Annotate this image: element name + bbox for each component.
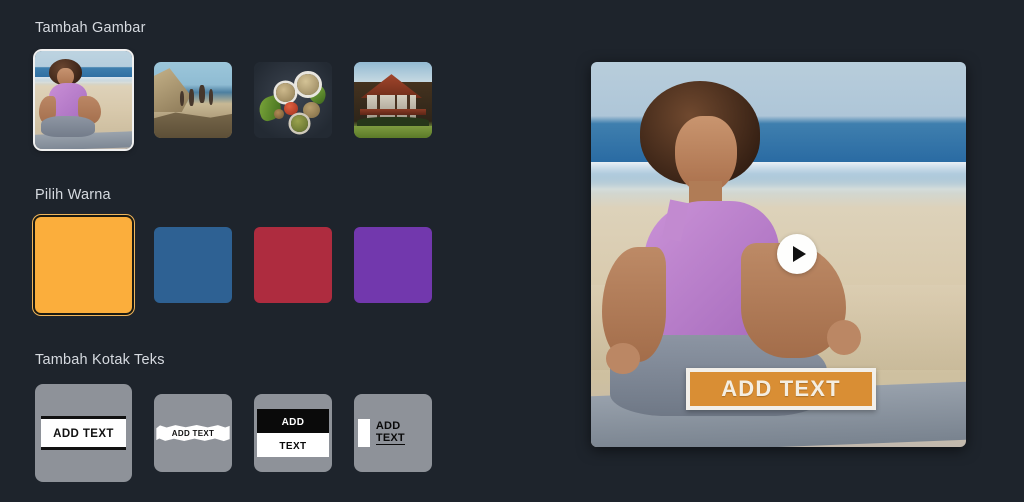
play-icon[interactable] <box>777 234 817 274</box>
textbox-preview-brush-stroke: ADD TEXT <box>156 423 230 444</box>
decor-cliff <box>154 68 191 113</box>
image-thumbnail-people-jumping-rocky-beach[interactable] <box>154 62 232 138</box>
textbox-text-stack: ADD TEXT <box>375 420 405 445</box>
color-swatch-blue[interactable] <box>154 227 232 303</box>
textbox-line-bottom: TEXT <box>257 433 329 457</box>
decor-figure <box>208 89 214 105</box>
textbox-style-brush-stroke[interactable]: ADD TEXT <box>154 394 232 472</box>
color-swatch-purple[interactable] <box>354 227 432 303</box>
textbox-label: TEXT <box>375 431 405 445</box>
decor-nut <box>274 109 285 119</box>
section-add-text-box: Tambah Kotak Teks ADD TEXT ADD TEXT ADD … <box>35 352 454 484</box>
play-triangle-icon <box>792 246 806 262</box>
image-thumbnail-healthy-food-flatlay[interactable] <box>254 62 332 138</box>
add-text-banner[interactable]: ADD TEXT <box>686 368 876 410</box>
textbox-preview-split-block: ADD TEXT <box>257 409 329 457</box>
decor-figure <box>189 88 194 107</box>
section-label-add-image: Tambah Gambar <box>35 20 146 36</box>
decor-figure <box>199 84 205 104</box>
image-art-house <box>354 62 432 138</box>
textbox-style-vbar-stacked[interactable]: ADD TEXT <box>354 394 432 472</box>
color-swatch-orange[interactable] <box>35 217 132 313</box>
decor-tomato <box>283 101 298 116</box>
textbox-preview-vbar-stacked: ADD TEXT <box>357 419 428 447</box>
textbox-label: ADD TEXT <box>171 428 215 438</box>
textbox-style-list: ADD TEXT ADD TEXT ADD TEXT ADD TEXT <box>35 382 454 484</box>
section-add-image: Tambah Gambar <box>35 20 454 150</box>
editor-root: Tambah Gambar Pilih Warna Tambah Kotak T… <box>0 0 1024 502</box>
image-thumbnail-list <box>35 50 454 150</box>
vertical-bar-shape <box>357 419 370 447</box>
image-art-yoga <box>35 51 132 149</box>
decor-bowl <box>296 74 319 96</box>
textbox-preview-bar-rules: ADD TEXT <box>40 416 127 450</box>
color-swatch-list <box>35 217 454 313</box>
video-preview-canvas[interactable]: ADD TEXT <box>591 62 966 447</box>
textbox-style-split-block[interactable]: ADD TEXT <box>254 394 332 472</box>
decor-legs <box>40 115 96 138</box>
color-swatch-red[interactable] <box>254 227 332 303</box>
textbox-label: TEXT <box>279 441 307 452</box>
decor-hand-right <box>827 319 861 355</box>
image-thumbnail-woman-meditating-beach[interactable] <box>35 51 132 149</box>
decor-sea-foam <box>591 162 966 193</box>
textbox-label: ADD <box>281 417 305 428</box>
add-text-banner-label: ADD TEXT <box>721 376 841 401</box>
section-label-pick-color: Pilih Warna <box>35 187 111 203</box>
decor-porch <box>360 109 426 116</box>
decor-bowl <box>275 83 295 102</box>
textbox-style-bar-rules[interactable]: ADD TEXT <box>35 384 132 482</box>
image-thumbnail-house-with-red-roof[interactable] <box>354 62 432 138</box>
image-art-food <box>254 62 332 138</box>
decor-bowl <box>290 115 308 132</box>
left-tools-panel: Tambah Gambar Pilih Warna Tambah Kotak T… <box>0 0 560 502</box>
textbox-line-top: ADD <box>257 409 329 433</box>
textbox-label: ADD TEXT <box>53 428 114 440</box>
decor-arm-left <box>602 246 666 363</box>
decor-lawn <box>354 125 432 138</box>
textbox-label: ADD <box>375 420 401 433</box>
section-label-add-text-box: Tambah Kotak Teks <box>35 352 165 368</box>
decor-bowl <box>303 101 321 119</box>
image-art-jump <box>154 62 232 138</box>
section-pick-color: Pilih Warna <box>35 187 454 313</box>
decor-hand-left <box>606 343 640 374</box>
decor-sea-foam <box>35 77 132 85</box>
